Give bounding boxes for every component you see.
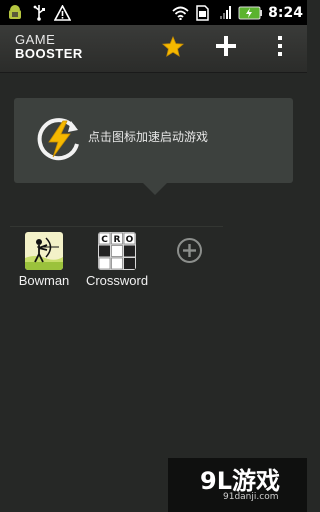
overflow-menu-button[interactable] <box>265 33 295 63</box>
bowman-game-icon <box>25 232 63 270</box>
signal-icon <box>216 4 233 21</box>
crossword-tile-c: C <box>101 235 108 245</box>
divider <box>10 226 223 227</box>
add-circle-icon <box>176 238 203 268</box>
bubble-pointer <box>143 183 167 195</box>
crossword-tile-o: O <box>126 235 134 245</box>
app-title-line2: BOOSTER <box>15 46 83 61</box>
sim-icon <box>194 4 211 21</box>
status-time: 8:24 <box>268 4 303 21</box>
add-game-header-button[interactable] <box>211 33 241 63</box>
android-debug-icon <box>6 4 23 21</box>
game-crossword[interactable]: C R O Crossword <box>81 232 153 288</box>
watermark-url: 91danji.com <box>223 492 279 502</box>
lightning-boost-icon <box>34 114 84 164</box>
usb-icon <box>30 4 47 21</box>
site-watermark: 9L游戏 91danji.com <box>168 458 307 512</box>
watermark-logo-text: 9L游戏 <box>200 467 280 495</box>
warning-icon <box>54 4 71 21</box>
app-header: GAME BOOSTER <box>0 25 307 73</box>
status-bar: 8:24 <box>0 0 307 25</box>
overflow-menu-icon <box>277 35 283 61</box>
boost-tip-text: 点击图标加速启动游戏 <box>88 130 209 144</box>
favorite-star-icon <box>162 35 184 61</box>
add-icon <box>215 35 237 61</box>
battery-icon <box>238 4 263 21</box>
crossword-game-icon: C R O <box>98 232 136 270</box>
game-label: Bowman <box>18 273 70 288</box>
crossword-tile-r: R <box>114 235 121 245</box>
add-game-button[interactable] <box>176 237 203 264</box>
game-bowman[interactable]: Bowman <box>8 232 80 288</box>
game-label: Crossword <box>85 273 149 288</box>
favorite-button[interactable] <box>158 33 188 63</box>
app-logo: GAME BOOSTER <box>15 33 83 61</box>
boost-tip-bubble: 点击图标加速启动游戏 <box>14 98 293 183</box>
wifi-icon <box>172 4 189 21</box>
app-title-line1: GAME <box>15 32 56 47</box>
